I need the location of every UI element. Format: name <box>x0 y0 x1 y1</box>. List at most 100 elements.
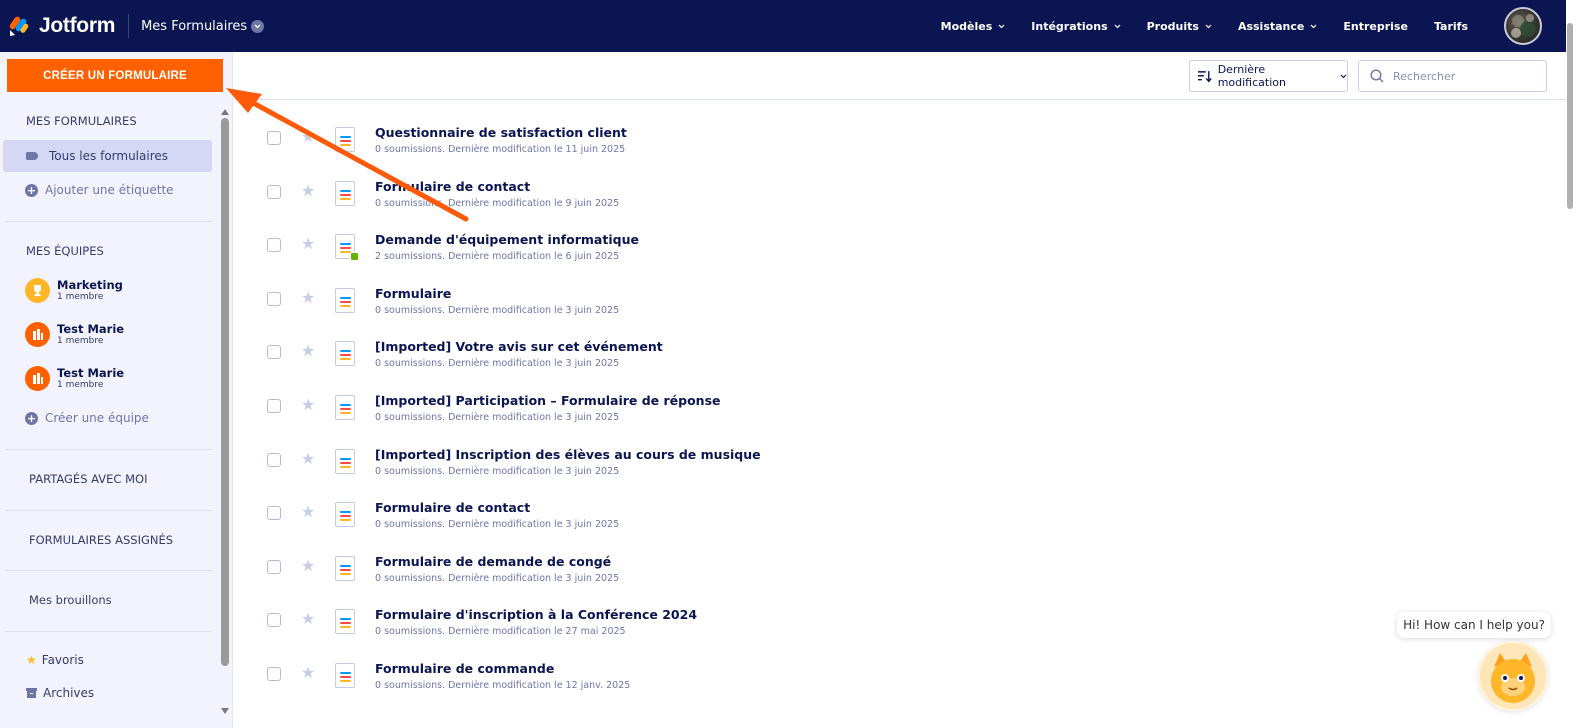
sidebar-item-assigned-forms[interactable]: FORMULAIRES ASSIGNÉS <box>29 533 173 547</box>
sidebar-divider <box>5 570 212 571</box>
form-row[interactable]: ★ Formulaire d'inscription à la Conféren… <box>234 583 1554 638</box>
add-label-link[interactable]: + Ajouter une étiquette <box>25 183 174 197</box>
form-meta: 0 soumissions. Dernière modification le … <box>375 412 620 423</box>
sidebar-item-shared-with-me[interactable]: PARTAGÉS AVEC MOI <box>29 472 147 486</box>
sort-label: Dernière modification <box>1217 63 1286 89</box>
sidebar-item-label: Favoris <box>41 653 84 667</box>
star-icon[interactable]: ★ <box>301 129 315 145</box>
form-icon <box>335 341 355 367</box>
nav-item-label: Produits <box>1146 19 1199 33</box>
form-select-checkbox[interactable] <box>267 559 281 574</box>
team-members: 1 membre <box>57 292 104 302</box>
scroll-down-icon[interactable] <box>221 708 229 714</box>
form-title[interactable]: [Imported] Votre avis sur cet événement <box>375 339 663 354</box>
chat-greeting-bubble[interactable]: Hi! How can I help you? <box>1397 612 1551 638</box>
form-select-checkbox[interactable] <box>267 184 281 199</box>
chat-assistant-avatar[interactable] <box>1478 641 1548 711</box>
cat-mascot-icon <box>1480 643 1546 709</box>
form-select-checkbox[interactable] <box>267 613 281 628</box>
form-select-checkbox[interactable] <box>267 291 281 306</box>
form-title[interactable]: [Imported] Participation – Formulaire de… <box>375 393 721 408</box>
create-team-text: Créer une équipe <box>45 411 149 425</box>
form-title[interactable]: Formulaire de demande de congé <box>375 554 611 569</box>
form-meta: 0 soumissions. Dernière modification le … <box>375 304 620 316</box>
star-icon[interactable]: ★ <box>301 236 315 252</box>
sidebar-item-archives[interactable]: Archives <box>26 686 94 700</box>
form-select-checkbox[interactable] <box>267 452 281 467</box>
team-item-test-marie[interactable]: Test Marie 1 membre <box>25 322 124 347</box>
form-icon <box>335 502 355 528</box>
star-icon[interactable]: ★ <box>301 611 315 627</box>
tag-icon <box>26 152 38 160</box>
user-avatar[interactable] <box>1504 7 1542 45</box>
form-select-checkbox[interactable] <box>267 399 281 413</box>
nav-item-tarifs[interactable]: Tarifs <box>1434 20 1468 33</box>
form-row[interactable]: ★ Demande d'équipement informatique 2 so… <box>234 208 1554 262</box>
sidebar-item-my-drafts[interactable]: Mes brouillons <box>29 593 112 607</box>
sidebar-scrollbar[interactable] <box>221 118 229 666</box>
form-title[interactable]: Formulaire de commande <box>375 661 554 676</box>
star-icon[interactable]: ★ <box>301 397 315 413</box>
jotform-logo-icon <box>9 15 31 37</box>
form-title[interactable]: Formulaire <box>375 286 451 301</box>
form-select-checkbox[interactable] <box>267 345 281 360</box>
form-title[interactable]: Formulaire d'inscription à la Conférence… <box>375 607 697 622</box>
form-row[interactable]: ★ Formulaire 0 soumissions. Dernière mod… <box>234 262 1554 316</box>
form-row[interactable]: ★ Formulaire de contact 0 soumissions. D… <box>234 155 1554 209</box>
form-title[interactable]: Demande d'équipement informatique <box>375 232 639 247</box>
form-row[interactable]: ★ [Imported] Inscription des élèves au c… <box>234 423 1554 477</box>
form-select-checkbox[interactable] <box>267 131 281 145</box>
jotform-logo[interactable]: Jotform <box>9 14 115 38</box>
nav-item-modeles[interactable]: Modèles <box>941 20 1006 33</box>
star-icon[interactable]: ★ <box>301 182 315 199</box>
form-row[interactable]: ★ Formulaire de commande 0 soumissions. … <box>234 637 1554 691</box>
star-icon[interactable]: ★ <box>301 665 315 681</box>
form-title[interactable]: [Imported] Inscription des élèves au cou… <box>375 447 761 462</box>
brand-name: Jotform <box>39 14 116 37</box>
form-row[interactable]: ★ Questionnaire de satisfaction client 0… <box>234 101 1554 155</box>
team-avatar <box>25 366 50 391</box>
sidebar-item-favorites[interactable]: ★ Favoris <box>26 653 84 667</box>
star-icon[interactable]: ★ <box>301 504 315 520</box>
nav-item-assistance[interactable]: Assistance <box>1238 20 1317 33</box>
form-meta: 0 soumissions. Dernière modification le … <box>375 626 626 638</box>
form-select-checkbox[interactable] <box>267 667 281 681</box>
sidebar-divider <box>5 510 212 511</box>
nav-item-entreprise[interactable]: Entreprise <box>1343 20 1408 33</box>
form-icon <box>335 663 355 688</box>
form-row[interactable]: ★ [Imported] Participation – Formulaire … <box>234 369 1554 423</box>
nav-item-produits[interactable]: Produits <box>1147 20 1212 33</box>
form-title[interactable]: Formulaire de contact <box>375 179 530 194</box>
form-icon <box>335 395 355 420</box>
form-title[interactable]: Questionnaire de satisfaction client <box>375 125 627 140</box>
form-row[interactable]: ★ Formulaire de demande de congé 0 soumi… <box>234 530 1554 584</box>
search-icon <box>1370 69 1384 83</box>
create-team-link[interactable]: + Créer une équipe <box>25 411 149 425</box>
form-select-checkbox[interactable] <box>267 506 281 521</box>
page-scrollbar[interactable] <box>1567 23 1573 209</box>
form-select-checkbox[interactable] <box>267 238 281 253</box>
search-box[interactable] <box>1358 60 1547 92</box>
form-row[interactable]: ★ Formulaire de contact 0 soumissions. D… <box>234 476 1554 530</box>
star-icon[interactable]: ★ <box>301 343 315 359</box>
nav-item-integrations[interactable]: Intégrations <box>1031 20 1121 33</box>
nav-item-label: Entreprise <box>1343 19 1408 33</box>
form-row[interactable]: ★ [Imported] Votre avis sur cet événemen… <box>234 315 1554 369</box>
team-item-test-marie-2[interactable]: Test Marie 1 membre <box>25 366 124 391</box>
form-meta: 0 soumissions. Dernière modification le … <box>375 572 620 584</box>
star-icon[interactable]: ★ <box>301 557 315 574</box>
scroll-up-icon[interactable] <box>221 109 229 115</box>
create-form-button[interactable]: CRÉER UN FORMULAIRE <box>7 59 223 92</box>
my-forms-section-title: MES FORMULAIRES <box>26 114 137 128</box>
star-icon[interactable]: ★ <box>301 289 315 306</box>
form-icon <box>335 287 355 313</box>
sort-dropdown[interactable]: Dernière modification <box>1189 60 1348 92</box>
team-name: Test Marie <box>57 322 125 336</box>
star-icon[interactable]: ★ <box>301 450 315 467</box>
form-title[interactable]: Formulaire de contact <box>375 500 530 515</box>
workspace-selector[interactable]: Mes Formulaires <box>141 19 265 34</box>
team-item-marketing[interactable]: Marketing 1 membre <box>25 278 123 303</box>
search-input[interactable] <box>1393 69 1533 83</box>
team-avatar <box>25 278 50 303</box>
sidebar-item-all-forms[interactable]: Tous les formulaires <box>3 140 212 172</box>
